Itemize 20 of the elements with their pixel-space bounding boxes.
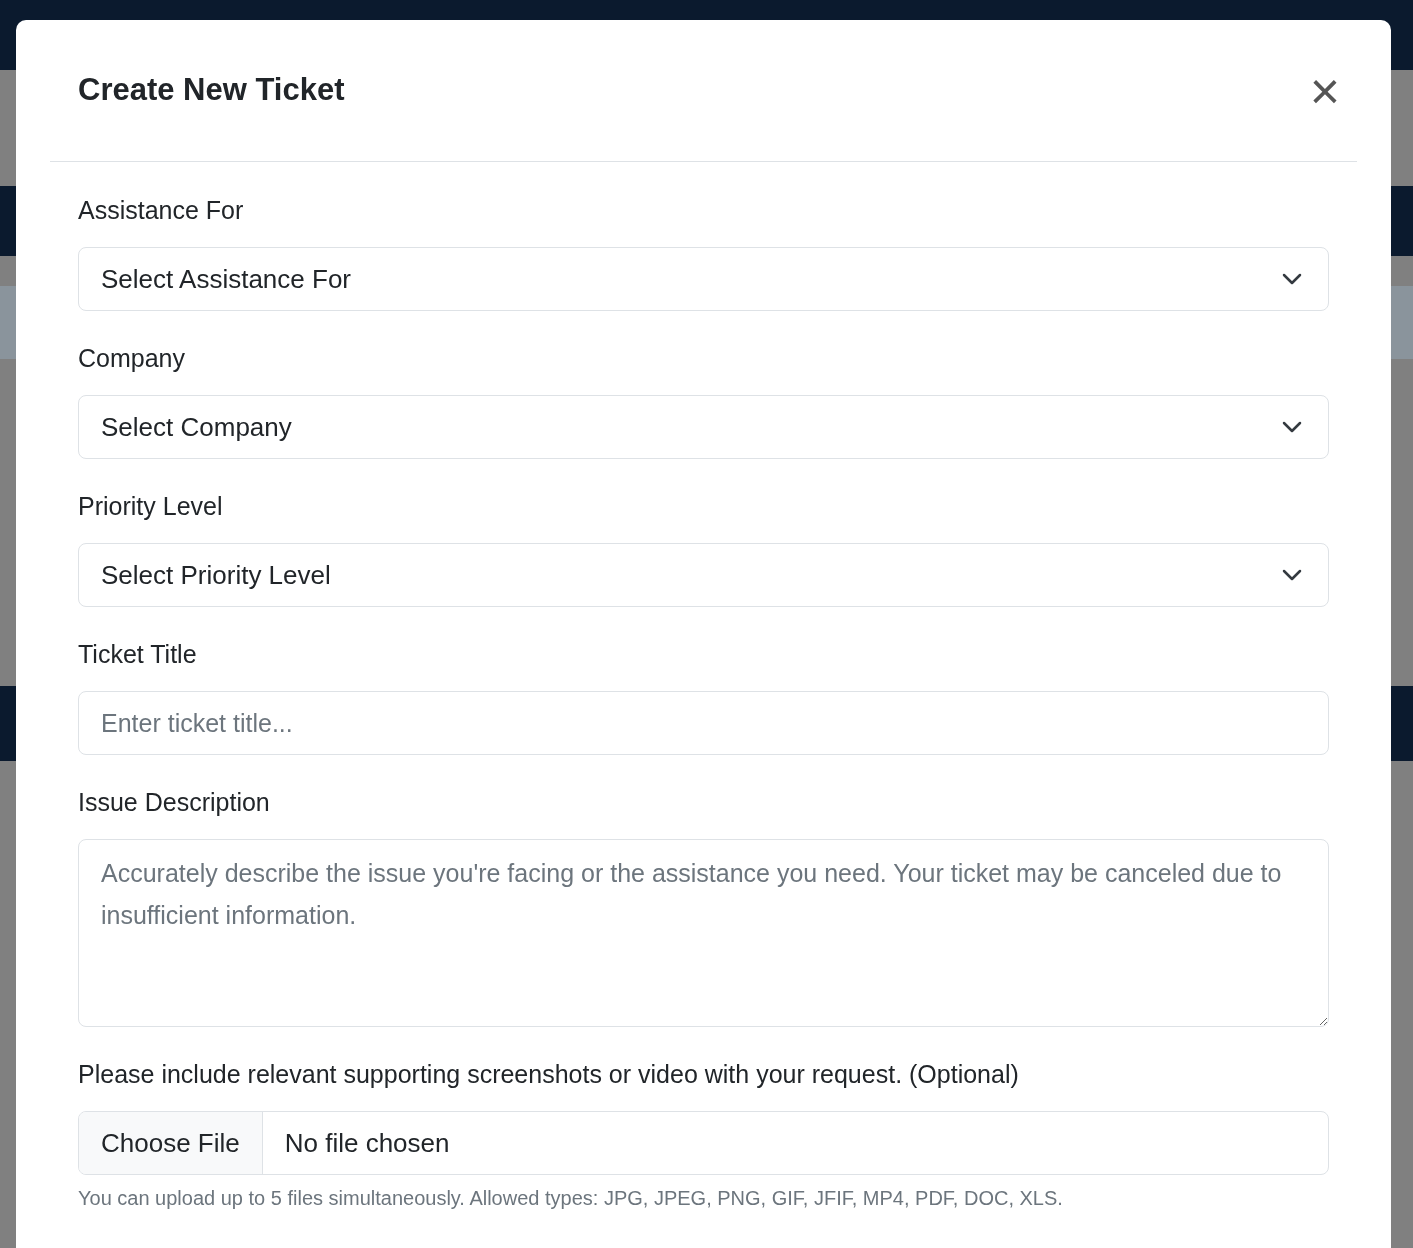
field-label: Issue Description	[78, 787, 271, 818]
field-label: Priority Level	[78, 491, 224, 522]
file-status: No file chosen	[283, 1126, 450, 1160]
chevron-down-icon	[1282, 421, 1302, 433]
help-text: You can upload up to 5 files simultaneously. Allowed types: JPG, JPEG, PNG, GIF, JFIF, MP4, PDF, DOC, XLS.	[78, 1186, 1064, 1211]
field-label: Ticket Title	[78, 639, 198, 670]
field-label: Assistance For	[78, 195, 245, 226]
select-dropdown[interactable]: Select Company	[78, 395, 1329, 459]
text-input[interactable]: Enter ticket title...	[78, 691, 1329, 755]
description-textarea[interactable]: Accurately describe the issue you're facing or the assistance you need. Your ticket may be canceled due to insufficient information.	[78, 839, 1329, 1027]
select-dropdown[interactable]: Select Assistance For	[78, 247, 1329, 311]
close-button[interactable]: ×	[1305, 70, 1345, 111]
chevron-down-icon	[1282, 569, 1302, 581]
select-dropdown[interactable]: Select Priority Level	[78, 543, 1329, 607]
field-label: Please include relevant supporting screenshots or video with your request. (Optional)	[78, 1059, 1020, 1090]
chevron-down-icon	[1282, 273, 1302, 285]
file-input[interactable]: Choose File No file chosen	[78, 1111, 1329, 1175]
modal-title: Create New Ticket	[78, 71, 345, 110]
choose-file-button[interactable]: Choose File	[79, 1112, 263, 1174]
field-label: Company	[78, 343, 186, 374]
